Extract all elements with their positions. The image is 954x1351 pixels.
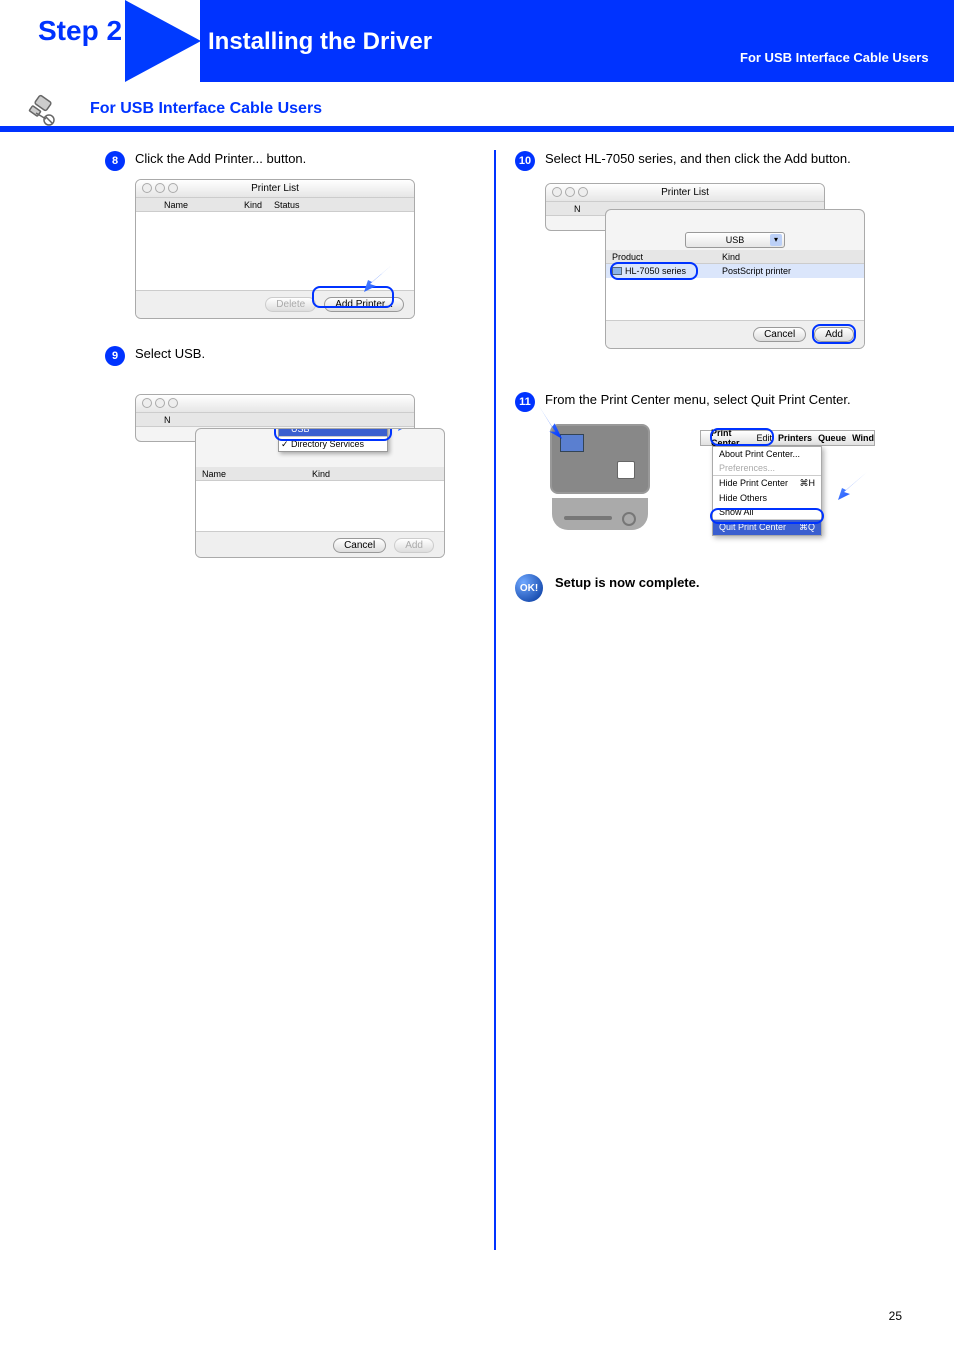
table-header-2: Name Kind: [196, 467, 444, 481]
section-title: For USB Interface Cable Users: [90, 100, 322, 118]
row-name: HL-7050 series: [625, 266, 686, 276]
step-11-text: From the Print Center menu, select Quit …: [545, 391, 851, 409]
step-11-number: 11: [515, 392, 535, 412]
menu-print-center[interactable]: Print Center: [711, 428, 751, 448]
section-stripe: [0, 126, 954, 132]
menu-quit[interactable]: Quit Print Center⌘Q: [713, 520, 821, 535]
step-8-number: 8: [105, 151, 125, 171]
menu-printers[interactable]: Printers: [778, 433, 812, 443]
header-chevron: [125, 0, 201, 82]
row-kind: PostScript printer: [716, 266, 791, 276]
step-8: 8 Click the Add Printer... button. Print…: [105, 150, 465, 319]
column-divider: [494, 150, 496, 1250]
menu-hide-others[interactable]: Hide Others: [713, 491, 821, 505]
table-header: Name Kind Status: [136, 198, 414, 212]
select-label: USB: [726, 235, 745, 245]
page-number: 25: [889, 1309, 902, 1323]
add-sheet-window-2: USB ▾ Product Kind HL-7050 series PostSc…: [605, 209, 865, 349]
dd-usb[interactable]: USB: [279, 428, 387, 436]
col-product: Product: [606, 252, 716, 262]
arrow-indicator: [832, 470, 872, 500]
menu-prefs: Preferences...: [713, 461, 821, 475]
cancel-button[interactable]: Cancel: [753, 327, 806, 342]
ok-icon: OK!: [515, 574, 543, 602]
connection-dropdown[interactable]: AppleTalk USB Directory Services: [278, 428, 388, 452]
col-kind: Kind: [238, 200, 268, 210]
menu-screenshot: Print Center Edit Printers Queue Wind Ab…: [700, 430, 875, 536]
menu-edit[interactable]: Edit: [757, 433, 773, 443]
add-button[interactable]: Add: [814, 327, 854, 342]
col-status: Status: [268, 200, 306, 210]
col-kind: Kind: [716, 252, 796, 262]
dd-directory-services[interactable]: Directory Services: [279, 437, 387, 451]
menu-window[interactable]: Wind: [852, 433, 874, 443]
step-9-text: Select USB.: [135, 345, 205, 363]
menu-queue[interactable]: Queue: [818, 433, 846, 443]
header-title: Installing the Driver: [208, 28, 432, 56]
step-9-number: 9: [105, 346, 125, 366]
menu-about[interactable]: About Print Center...: [713, 447, 821, 461]
setup-complete: OK! Setup is now complete.: [515, 574, 875, 602]
step-10: 10 Select HL-7050 series, and then click…: [515, 150, 875, 231]
col-kind: Kind: [306, 469, 386, 479]
print-center-menu: About Print Center... Preferences... Hid…: [712, 446, 822, 536]
printer-list-window-1: Printer List Name Kind Status Delete Add…: [135, 179, 415, 319]
menubar: Print Center Edit Printers Queue Wind: [700, 430, 875, 446]
menu-hide-pc[interactable]: Hide Print Center⌘H: [713, 476, 821, 491]
step-10-number: 10: [515, 151, 535, 171]
cancel-button[interactable]: Cancel: [333, 538, 386, 553]
menu-show-all[interactable]: Show All: [713, 505, 821, 519]
col-name: Name: [196, 469, 306, 479]
header-subtitle: For USB Interface Cable Users: [740, 50, 929, 65]
table-header-3: Product Kind: [606, 250, 864, 264]
step-10-text: Select HL-7050 series, and then click th…: [545, 150, 851, 168]
col-name: Name: [158, 200, 238, 210]
ok-text: Setup is now complete.: [555, 574, 699, 592]
add-printer-button[interactable]: Add Printer...: [324, 297, 404, 312]
step-11: 11 From the Print Center menu, select Qu…: [515, 391, 875, 544]
add-sheet-window: AppleTalk USB Directory Services Name Ki…: [195, 428, 445, 558]
step-8-text: Click the Add Printer... button.: [135, 150, 306, 168]
window-thumb: [560, 434, 584, 452]
window-thumb-2: [617, 461, 635, 479]
chevron-icon: ▾: [770, 234, 782, 246]
step-9: 9 Select USB. N AppleTalk USB Directory …: [105, 345, 465, 442]
step-label: Step 2: [38, 18, 122, 45]
usb-cable-icon: [22, 94, 58, 130]
add-button[interactable]: Add: [394, 538, 434, 553]
delete-button[interactable]: Delete: [265, 297, 316, 312]
printer-row[interactable]: HL-7050 series PostScript printer: [606, 264, 864, 278]
connection-select[interactable]: USB ▾: [685, 232, 785, 248]
imac-illustration: [545, 424, 655, 539]
printer-icon: [612, 267, 622, 275]
